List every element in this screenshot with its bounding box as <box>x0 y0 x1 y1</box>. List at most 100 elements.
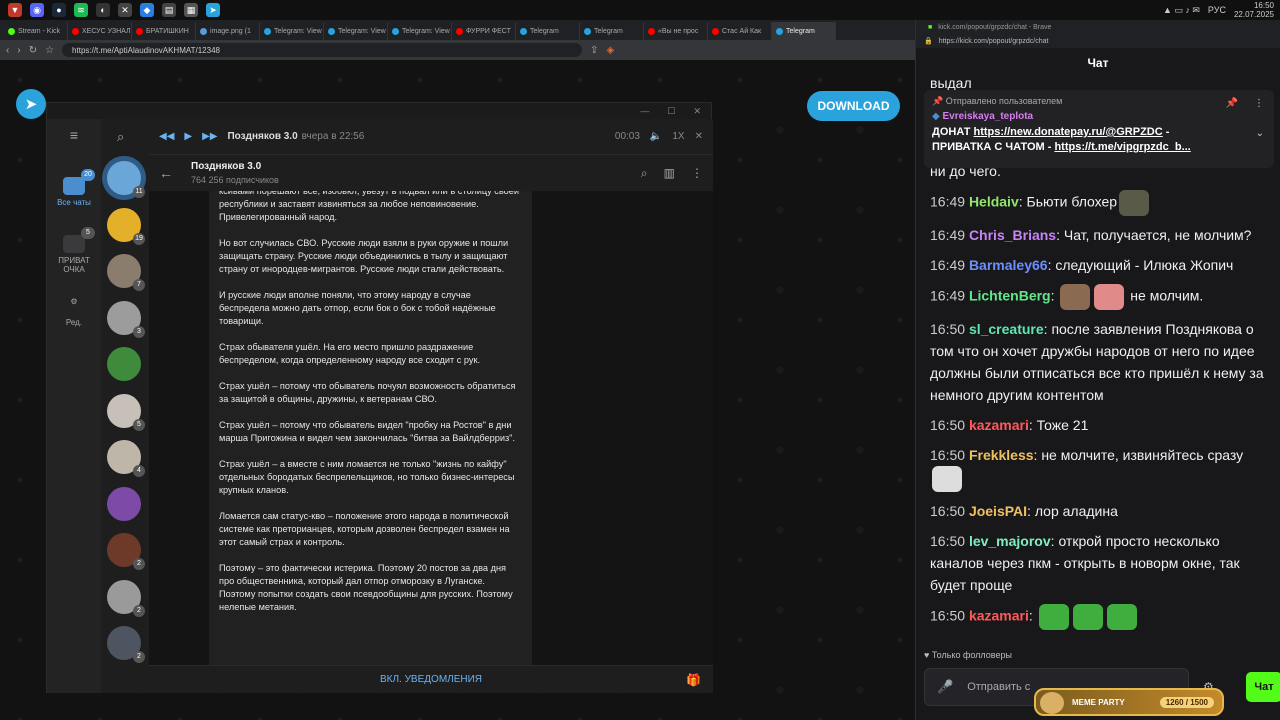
message-username[interactable]: kazamari <box>969 608 1029 624</box>
forward-icon[interactable]: ▶▶ <box>202 131 217 142</box>
chat-avatar[interactable]: 5 <box>107 393 145 431</box>
chat-avatar[interactable]: 2 <box>107 626 145 663</box>
emote-icon[interactable] <box>932 466 962 492</box>
play-icon[interactable]: ▶ <box>184 131 192 142</box>
pinned-message[interactable]: 📌 Отправлено пользователем ◆ Evreiskaya_… <box>924 90 1274 168</box>
message-username[interactable]: sl_creature <box>969 321 1044 337</box>
browser-tab[interactable]: Telegram: View <box>260 22 324 40</box>
chevron-down-icon[interactable]: ⌄ <box>1256 128 1264 139</box>
browser-window: Stream - Kick ХЕСУС УЗНАЛ БРАТИШКИН image.p… <box>0 20 915 720</box>
browser-tab[interactable]: Стас Ай Как <box>708 22 772 40</box>
address-bar: ‹ › ↻ ☆ https://t.me/AptiAlaudinovAKHMAT… <box>0 40 915 60</box>
chat-avatar[interactable]: 2 <box>107 579 145 617</box>
chat-avatar[interactable]: 11 <box>107 161 145 198</box>
emote-icon[interactable] <box>1106 604 1137 630</box>
sidebar-toggle-icon[interactable]: ▥ <box>664 166 675 181</box>
pinned-user[interactable]: Evreiskaya_teplota <box>942 111 1033 122</box>
language-indicator[interactable]: РУС <box>1208 5 1226 15</box>
emote-icon[interactable] <box>1094 284 1125 310</box>
tab-favicon-icon <box>8 27 15 35</box>
chat-avatar[interactable]: 2 <box>107 533 145 570</box>
send-chat-button[interactable]: Чат <box>1246 672 1280 702</box>
more-icon[interactable]: ⋮ <box>691 166 703 181</box>
steam-icon[interactable]: ● <box>52 3 66 17</box>
emote-icon[interactable] <box>1060 284 1091 310</box>
reload-icon[interactable]: ↻ <box>29 45 37 56</box>
browser-tab[interactable]: Telegram <box>772 22 836 40</box>
message-username[interactable]: lev_majorov <box>969 533 1051 549</box>
search-icon[interactable]: ⌕ <box>641 166 648 181</box>
folder-all-chats[interactable]: 20 Все чаты <box>47 169 101 207</box>
bookmark-icon[interactable]: ☆ <box>45 45 54 56</box>
close-player-icon[interactable]: ✕ <box>695 131 703 142</box>
unpin-icon[interactable]: 📌 <box>1226 98 1238 109</box>
folder-icon[interactable]: ▤ <box>162 3 176 17</box>
url-field[interactable]: https://t.me/AptiAlaudinovAKHMAT/12348 <box>62 43 583 57</box>
volume-icon[interactable]: 🔈 <box>650 131 662 142</box>
message-username[interactable]: kazamari <box>969 417 1029 433</box>
folder-edit[interactable]: ⚙ Ред. <box>47 297 101 327</box>
download-button[interactable]: DOWNLOAD <box>807 91 900 121</box>
search-icon[interactable]: ⌕ <box>117 119 124 155</box>
channel-info[interactable]: Поздняков 3.0 764 256 подписчиков <box>191 161 279 185</box>
app-icon[interactable]: ◆ <box>140 3 154 17</box>
message-username[interactable]: Frekkless <box>969 447 1034 463</box>
tray-icons[interactable]: ▲ ▭ ♪ ✉ <box>1163 5 1200 16</box>
message-username[interactable]: Chris_Brians <box>969 227 1056 243</box>
app-icon[interactable]: ▼ <box>8 3 22 17</box>
spotify-icon[interactable]: ≋ <box>74 3 88 17</box>
chat-avatar[interactable]: 3 <box>107 300 145 338</box>
browser-tab[interactable]: «Вы не прос <box>644 22 708 40</box>
maximize-icon[interactable]: ☐ <box>667 106 675 117</box>
rewind-icon[interactable]: ◀◀ <box>159 131 174 142</box>
browser-tab[interactable]: БРАТИШКИН <box>132 22 196 40</box>
chat-avatar[interactable]: 4 <box>107 440 145 477</box>
telegram-link[interactable]: https://t.me/vipgrpzdc_b... <box>1054 141 1190 153</box>
browser-tab[interactable]: Stream - Kick <box>4 22 68 40</box>
browser-tab[interactable]: ФУРРИ ФЕСТ <box>452 22 516 40</box>
tab-label: Telegram: View <box>274 27 322 35</box>
message-username[interactable]: Barmaley66 <box>969 257 1048 273</box>
folder-badge: 5 <box>81 227 95 239</box>
speed-button[interactable]: 1X <box>672 131 684 142</box>
chat-avatar[interactable]: 19 <box>107 207 145 245</box>
browser-tab[interactable]: Telegram <box>580 22 644 40</box>
gift-icon[interactable]: 🎁 <box>686 673 701 687</box>
chat-avatar[interactable]: 7 <box>107 254 145 291</box>
browser-tab[interactable]: Telegram: View <box>388 22 452 40</box>
donate-link[interactable]: https://new.donatepay.ru/@GRPZDC <box>974 126 1163 138</box>
microphone-icon[interactable]: 🎤 <box>937 679 953 695</box>
forward-icon[interactable]: › <box>17 45 20 56</box>
back-icon[interactable]: ‹ <box>6 45 9 56</box>
pinned-text: - <box>1162 126 1170 138</box>
brave-shield-icon[interactable]: ◈ <box>606 45 614 56</box>
emote-icon[interactable] <box>1038 604 1069 630</box>
popout-url[interactable]: https://kick.com/popout/grpzdc/chat <box>939 38 1049 45</box>
channel-post: ксивами порешают все, изобьют, увезут в … <box>209 191 532 665</box>
more-icon[interactable]: ⋮ <box>1254 98 1264 109</box>
notifications-button[interactable]: ВКЛ. УВЕДОМЛЕНИЯ 🎁 <box>149 665 713 693</box>
emote-icon[interactable] <box>1119 190 1150 216</box>
app-icon[interactable]: ▦ <box>184 3 198 17</box>
close-icon[interactable]: ✕ <box>693 106 701 117</box>
menu-icon[interactable]: ≡ <box>47 127 101 143</box>
folder-privat[interactable]: 5 ПРИВАТ ОЧКА <box>47 227 101 274</box>
chat-avatar[interactable] <box>107 347 141 381</box>
discord-icon[interactable]: ◉ <box>30 3 44 17</box>
share-icon[interactable]: ⇪ <box>590 45 598 56</box>
telegram-taskbar-icon[interactable]: ➤ <box>206 3 220 17</box>
message-username[interactable]: JoeisPAI <box>969 503 1027 519</box>
emote-icon[interactable] <box>1072 604 1103 630</box>
browser-tab[interactable]: Telegram: View <box>324 22 388 40</box>
chat-avatar[interactable] <box>107 486 141 521</box>
browser-tab[interactable]: Telegram <box>516 22 580 40</box>
minimize-icon[interactable]: — <box>640 106 649 116</box>
browser-tab[interactable]: ХЕСУС УЗНАЛ <box>68 22 132 40</box>
clock[interactable]: 16:50 22.07.2025 <box>1234 1 1274 19</box>
browser-icon[interactable]: ◐ <box>96 3 110 17</box>
message-username[interactable]: Heldaiv <box>969 194 1019 210</box>
message-username[interactable]: LichtenBerg <box>969 288 1051 304</box>
browser-tab[interactable]: image.png (1 <box>196 22 260 40</box>
app-icon[interactable]: ✕ <box>118 3 132 17</box>
back-arrow-icon[interactable]: ← <box>159 165 173 181</box>
